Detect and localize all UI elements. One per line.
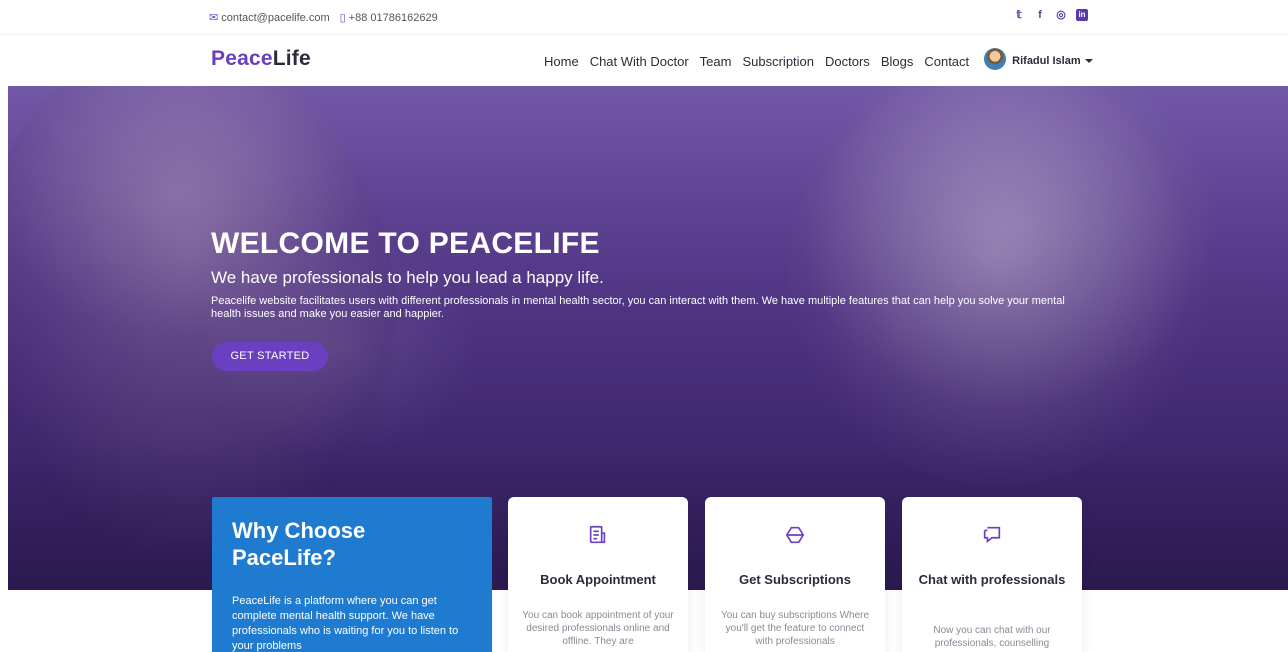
user-name: Rifadul Islam xyxy=(1012,55,1081,67)
email-text: contact@pacelife.com xyxy=(221,11,330,24)
main-navbar: PeaceLife Home Chat With Doctor Team Sub… xyxy=(0,34,1288,86)
contact-info: ✉ contact@pacelife.com ▯ +88 01786162629 xyxy=(209,11,448,25)
logo-life: Life xyxy=(272,47,311,70)
user-menu[interactable]: Rifadul Islam xyxy=(1012,55,1093,67)
linkedin-icon[interactable]: in xyxy=(1076,9,1088,21)
nav-contact[interactable]: Contact xyxy=(924,54,969,69)
social-links: 𝕥 f ◎ in xyxy=(1013,9,1097,21)
hero-description: Peacelife website facilitates users with… xyxy=(211,295,1065,320)
instagram-icon[interactable]: ◎ xyxy=(1055,9,1067,21)
logo-peace: Peace xyxy=(211,47,273,70)
nav-team[interactable]: Team xyxy=(700,54,732,69)
card-title: Book Appointment xyxy=(540,572,656,587)
nav-menu: Home Chat With Doctor Team Subscription … xyxy=(544,48,1093,70)
site-logo[interactable]: PeaceLife xyxy=(211,47,311,71)
chevron-down-icon xyxy=(1084,59,1093,63)
phone-text: +88 01786162629 xyxy=(348,11,438,24)
card-description: Now you can chat with our professionals,… xyxy=(933,625,1051,649)
why-choose-title: Why Choose PaceLife? xyxy=(232,518,366,570)
card-description: You can buy subscriptions Where you'll g… xyxy=(720,610,870,647)
nav-subscription[interactable]: Subscription xyxy=(742,54,814,69)
nav-doctors[interactable]: Doctors xyxy=(825,54,870,69)
feature-card-book-appointment[interactable]: Book Appointment You can book appointmen… xyxy=(508,497,688,652)
nav-blogs[interactable]: Blogs xyxy=(881,54,914,69)
phone-link[interactable]: ▯ +88 01786162629 xyxy=(339,11,438,25)
get-started-button[interactable]: GET STARTED xyxy=(212,342,328,371)
document-icon xyxy=(508,524,688,548)
why-choose-box: Why Choose PaceLife? PeaceLife is a plat… xyxy=(212,497,492,652)
feature-card-get-subscriptions[interactable]: Get Subscriptions You can buy subscripti… xyxy=(705,497,885,652)
nav-chat-with-doctor[interactable]: Chat With Doctor xyxy=(590,54,689,69)
card-description: You can book appointment of your desired… xyxy=(522,610,674,647)
hero-title: WELCOME TO PEACELIFE xyxy=(211,227,600,260)
top-bar: ✉ contact@pacelife.com ▯ +88 01786162629… xyxy=(0,0,1288,34)
hero-subtitle: We have professionals to help you lead a… xyxy=(211,268,604,287)
email-link[interactable]: ✉ contact@pacelife.com xyxy=(209,11,330,25)
why-choose-text: PeaceLife is a platform where you can ge… xyxy=(232,595,459,652)
nav-home[interactable]: Home xyxy=(544,54,579,69)
user-avatar[interactable] xyxy=(984,48,1007,70)
phone-icon: ▯ xyxy=(339,12,346,24)
card-title: Get Subscriptions xyxy=(739,572,851,587)
facebook-icon[interactable]: f xyxy=(1034,9,1046,21)
feature-card-chat-with-professionals[interactable]: Chat with professionals Now you can chat… xyxy=(902,497,1082,652)
hexagon-icon xyxy=(705,524,885,548)
twitter-icon[interactable]: 𝕥 xyxy=(1013,9,1025,21)
card-title: Chat with professionals xyxy=(918,572,1066,587)
mail-icon: ✉ xyxy=(209,12,219,24)
chat-icon xyxy=(902,524,1082,548)
